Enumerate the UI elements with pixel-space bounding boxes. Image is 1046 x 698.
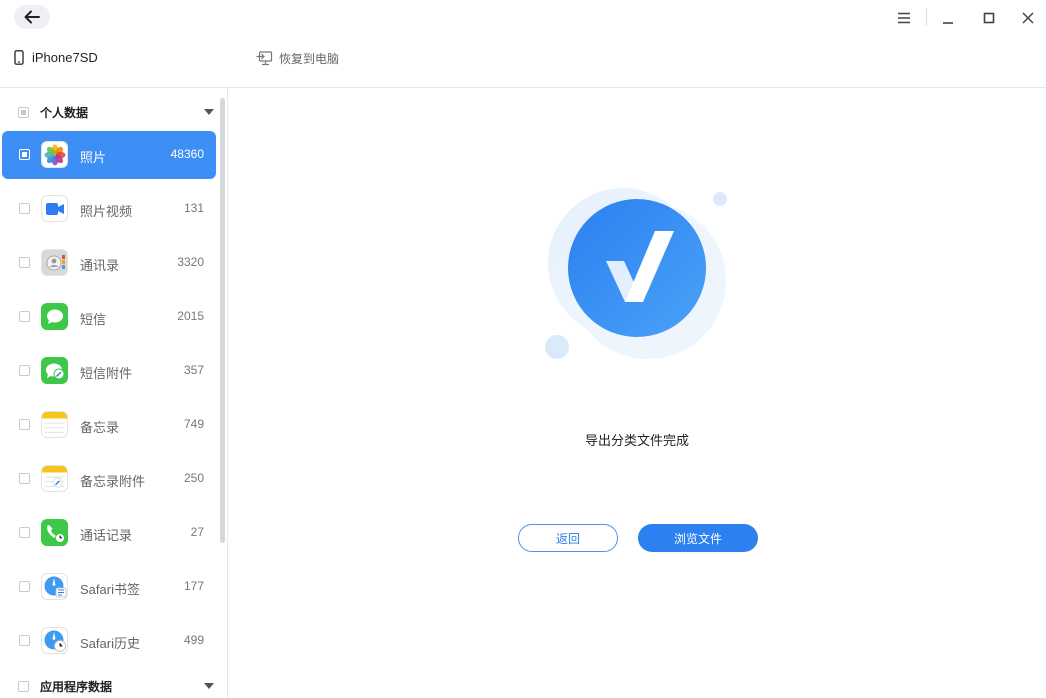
success-check-icon <box>545 187 727 363</box>
sidebar-item-message-attachments[interactable]: 短信附件 357 <box>2 347 216 395</box>
sidebar-item-label: 通话记录 <box>80 528 133 543</box>
item-checkbox[interactable] <box>19 473 30 484</box>
call-history-icon <box>41 519 68 546</box>
video-camera-icon <box>41 195 68 222</box>
sidebar-item-count: 749 <box>183 417 204 431</box>
notes-attachment-icon <box>41 465 68 492</box>
sidebar-item-safari-bookmarks[interactable]: Safari书签 177 <box>2 563 216 611</box>
item-checkbox[interactable] <box>19 419 30 430</box>
sidebar-item-label: 短信 <box>80 312 107 327</box>
minimize-button[interactable] <box>938 8 958 28</box>
item-checkbox[interactable] <box>19 149 30 160</box>
contacts-icon <box>41 249 68 276</box>
browse-files-button[interactable]: 浏览文件 <box>638 524 758 552</box>
sidebar-item-messages[interactable]: 短信 2015 <box>2 293 216 341</box>
window-controls-separator <box>926 8 927 26</box>
sidebar-item-label: Safari书签 <box>80 582 140 597</box>
sidebar-item-count: 357 <box>183 363 204 377</box>
sidebar-item-photo-videos[interactable]: 照片视频 131 <box>2 185 216 233</box>
safari-bookmark-icon <box>41 573 68 600</box>
item-checkbox[interactable] <box>19 365 30 376</box>
return-button[interactable]: 返回 <box>518 524 618 552</box>
group-app-label: 应用程序数据 <box>40 679 113 694</box>
sidebar-item-label: 照片 <box>80 150 107 165</box>
message-bubble-icon <box>41 303 68 330</box>
close-icon <box>1022 12 1034 24</box>
sidebar-item-notes[interactable]: 备忘录 749 <box>2 401 216 449</box>
sidebar-item-label: 短信附件 <box>80 366 133 381</box>
close-button[interactable] <box>1018 8 1038 28</box>
group-app-checkbox[interactable] <box>18 680 29 692</box>
item-checkbox[interactable] <box>19 203 30 214</box>
sidebar-item-count: 2015 <box>177 309 204 323</box>
restore-label: 恢复到电脑 <box>279 52 340 66</box>
main-content: 导出分类文件完成 返回 浏览文件 <box>228 88 1046 698</box>
restore-to-computer-icon <box>256 51 273 66</box>
phone-icon <box>14 50 24 65</box>
sidebar-item-notes-attachments[interactable]: 备忘录附件 250 <box>2 455 216 503</box>
group-app-data[interactable]: 应用程序数据 <box>0 664 220 698</box>
sidebar-item-call-history[interactable]: 通话记录 27 <box>2 509 216 557</box>
sidebar-item-photos[interactable]: 照片 48360 <box>2 131 216 179</box>
sidebar-item-contacts[interactable]: 通讯录 3320 <box>2 239 216 287</box>
sidebar-item-count: 250 <box>183 471 204 485</box>
group-personal-checkbox[interactable] <box>18 106 29 118</box>
group-personal-label: 个人数据 <box>40 105 89 120</box>
device-bar: iPhone7SD 恢复到电脑 <box>0 36 1046 88</box>
item-checkbox[interactable] <box>19 311 30 322</box>
chevron-down-icon[interactable] <box>204 109 214 115</box>
sidebar-item-count: 27 <box>190 525 204 539</box>
photos-icon <box>41 141 68 168</box>
sidebar-item-label: 备忘录 <box>80 420 120 435</box>
notes-icon <box>41 411 68 438</box>
item-checkbox[interactable] <box>19 635 30 646</box>
item-checkbox[interactable] <box>19 581 30 592</box>
maximize-icon <box>983 12 995 24</box>
chevron-down-icon[interactable] <box>204 683 214 689</box>
sidebar-item-safari-history[interactable]: Safari历史 499 <box>2 617 216 665</box>
device-name: iPhone7SD <box>32 50 98 65</box>
sidebar-scrollbar[interactable] <box>220 98 225 543</box>
item-checkbox[interactable] <box>19 257 30 268</box>
arrow-left-icon <box>24 10 40 24</box>
group-personal-data[interactable]: 个人数据 <box>0 90 220 134</box>
export-complete-message: 导出分类文件完成 <box>584 433 689 448</box>
title-bar <box>0 0 1046 36</box>
menu-button[interactable] <box>894 8 914 28</box>
sidebar-item-count: 177 <box>183 579 204 593</box>
back-button[interactable] <box>14 5 50 29</box>
item-checkbox[interactable] <box>19 527 30 538</box>
maximize-button[interactable] <box>979 8 999 28</box>
sidebar: 个人数据 照片 48360 照片视频 131 通讯录 3320 短信 2015 … <box>0 88 228 698</box>
sidebar-item-count: 3320 <box>177 255 204 269</box>
sidebar-item-label: 备忘录附件 <box>80 474 146 489</box>
sidebar-item-count: 48360 <box>170 147 204 161</box>
device-info: iPhone7SD <box>14 50 98 65</box>
sidebar-item-count: 131 <box>183 201 204 215</box>
minimize-icon <box>943 22 953 24</box>
sidebar-item-label: Safari历史 <box>80 636 140 651</box>
safari-history-icon <box>41 627 68 654</box>
message-attachment-icon <box>41 357 68 384</box>
restore-to-pc-button[interactable]: 恢复到电脑 <box>256 50 339 67</box>
sidebar-item-count: 499 <box>183 633 204 647</box>
hamburger-menu-icon <box>898 12 910 24</box>
sidebar-item-label: 照片视频 <box>80 204 133 219</box>
sidebar-item-label: 通讯录 <box>80 258 120 273</box>
